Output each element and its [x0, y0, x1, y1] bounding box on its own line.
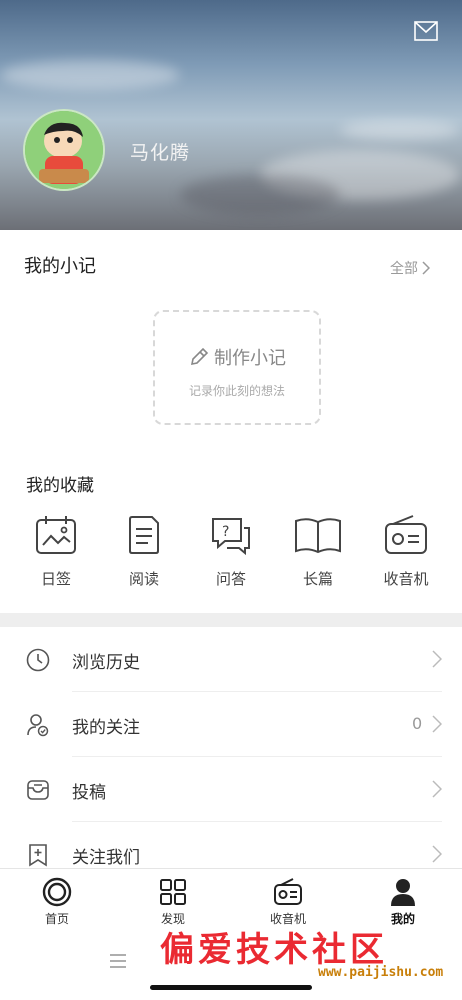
chevron-right-icon — [432, 780, 442, 798]
watermark-logo: 偏爱技术社区 — [160, 930, 388, 970]
document-icon — [129, 516, 159, 554]
user-follow-icon — [27, 714, 49, 737]
radio-icon — [385, 515, 427, 554]
section-divider — [0, 613, 462, 627]
watermark-url: www.paijishu.com — [318, 965, 444, 980]
favorite-daily-sign[interactable]: 日签 — [21, 514, 91, 589]
home-indicator[interactable] — [150, 985, 312, 990]
tab-mine[interactable]: 我的 — [368, 877, 438, 927]
chevron-right-icon — [432, 845, 442, 863]
menu-item-label: 投稿 — [72, 783, 106, 803]
row-divider — [72, 691, 442, 692]
chevron-right-icon — [432, 715, 442, 733]
svg-text:?: ? — [222, 524, 229, 540]
menu-item-submit[interactable]: 投稿 — [0, 758, 462, 822]
avatar[interactable] — [23, 109, 105, 191]
notes-title: 我的小记 — [24, 256, 96, 277]
favorite-label: 长篇 — [302, 570, 333, 588]
book-icon — [295, 518, 341, 554]
favorite-reading[interactable]: 阅读 — [109, 514, 179, 589]
menu-item-history[interactable]: 浏览历史 — [0, 628, 462, 692]
tab-label: 首页 — [44, 912, 69, 926]
mail-icon[interactable] — [414, 20, 438, 42]
chevron-right-icon — [422, 261, 430, 275]
home-circle-icon — [42, 877, 72, 907]
following-count: 0 — [412, 714, 423, 733]
grid-icon — [160, 879, 186, 905]
tab-radio[interactable]: 收音机 — [253, 877, 323, 927]
favorite-radio[interactable]: 收音机 — [371, 514, 441, 589]
favorite-label: 问答 — [215, 570, 246, 588]
tab-home[interactable]: 首页 — [22, 877, 92, 927]
submit-icon — [27, 780, 49, 800]
create-note-hint: 记录你此刻的想法 — [188, 384, 285, 398]
clock-icon — [26, 648, 50, 672]
menu-item-following[interactable]: 我的关注 0 — [0, 693, 462, 757]
create-note-label: 制作小记 — [214, 348, 286, 369]
menu-item-label: 关注我们 — [72, 848, 140, 868]
person-icon — [391, 879, 415, 906]
menu-icon[interactable] — [108, 952, 128, 970]
calendar-icon — [36, 516, 76, 554]
chevron-right-icon — [432, 650, 442, 668]
row-divider — [72, 756, 442, 757]
favorite-longform[interactable]: 长篇 — [283, 514, 353, 589]
pencil-icon — [190, 347, 209, 366]
tab-discover[interactable]: 发现 — [138, 877, 208, 927]
user-name[interactable]: 马化腾 — [130, 138, 190, 165]
favorite-label: 日签 — [40, 570, 71, 588]
create-note-card[interactable]: 制作小记 记录你此刻的想法 — [153, 310, 321, 425]
favorite-label: 阅读 — [128, 570, 159, 588]
favorites-title: 我的收藏 — [26, 476, 94, 496]
profile-header: 马化腾 — [0, 0, 462, 230]
row-divider — [72, 821, 442, 822]
notes-all-link[interactable]: 全部 — [390, 258, 430, 278]
favorite-qa[interactable]: ? 问答 — [196, 514, 266, 589]
favorite-label: 收音机 — [383, 570, 429, 588]
question-chat-icon: ? — [212, 518, 250, 556]
radio-icon — [274, 878, 302, 905]
notes-all-label: 全部 — [390, 261, 418, 277]
menu-item-label: 浏览历史 — [72, 653, 140, 673]
favorites-grid: 日签 阅读 ? 问答 长篇 收音机 — [0, 510, 462, 590]
bookmark-plus-icon — [29, 844, 47, 867]
menu-item-label: 我的关注 — [72, 718, 140, 738]
